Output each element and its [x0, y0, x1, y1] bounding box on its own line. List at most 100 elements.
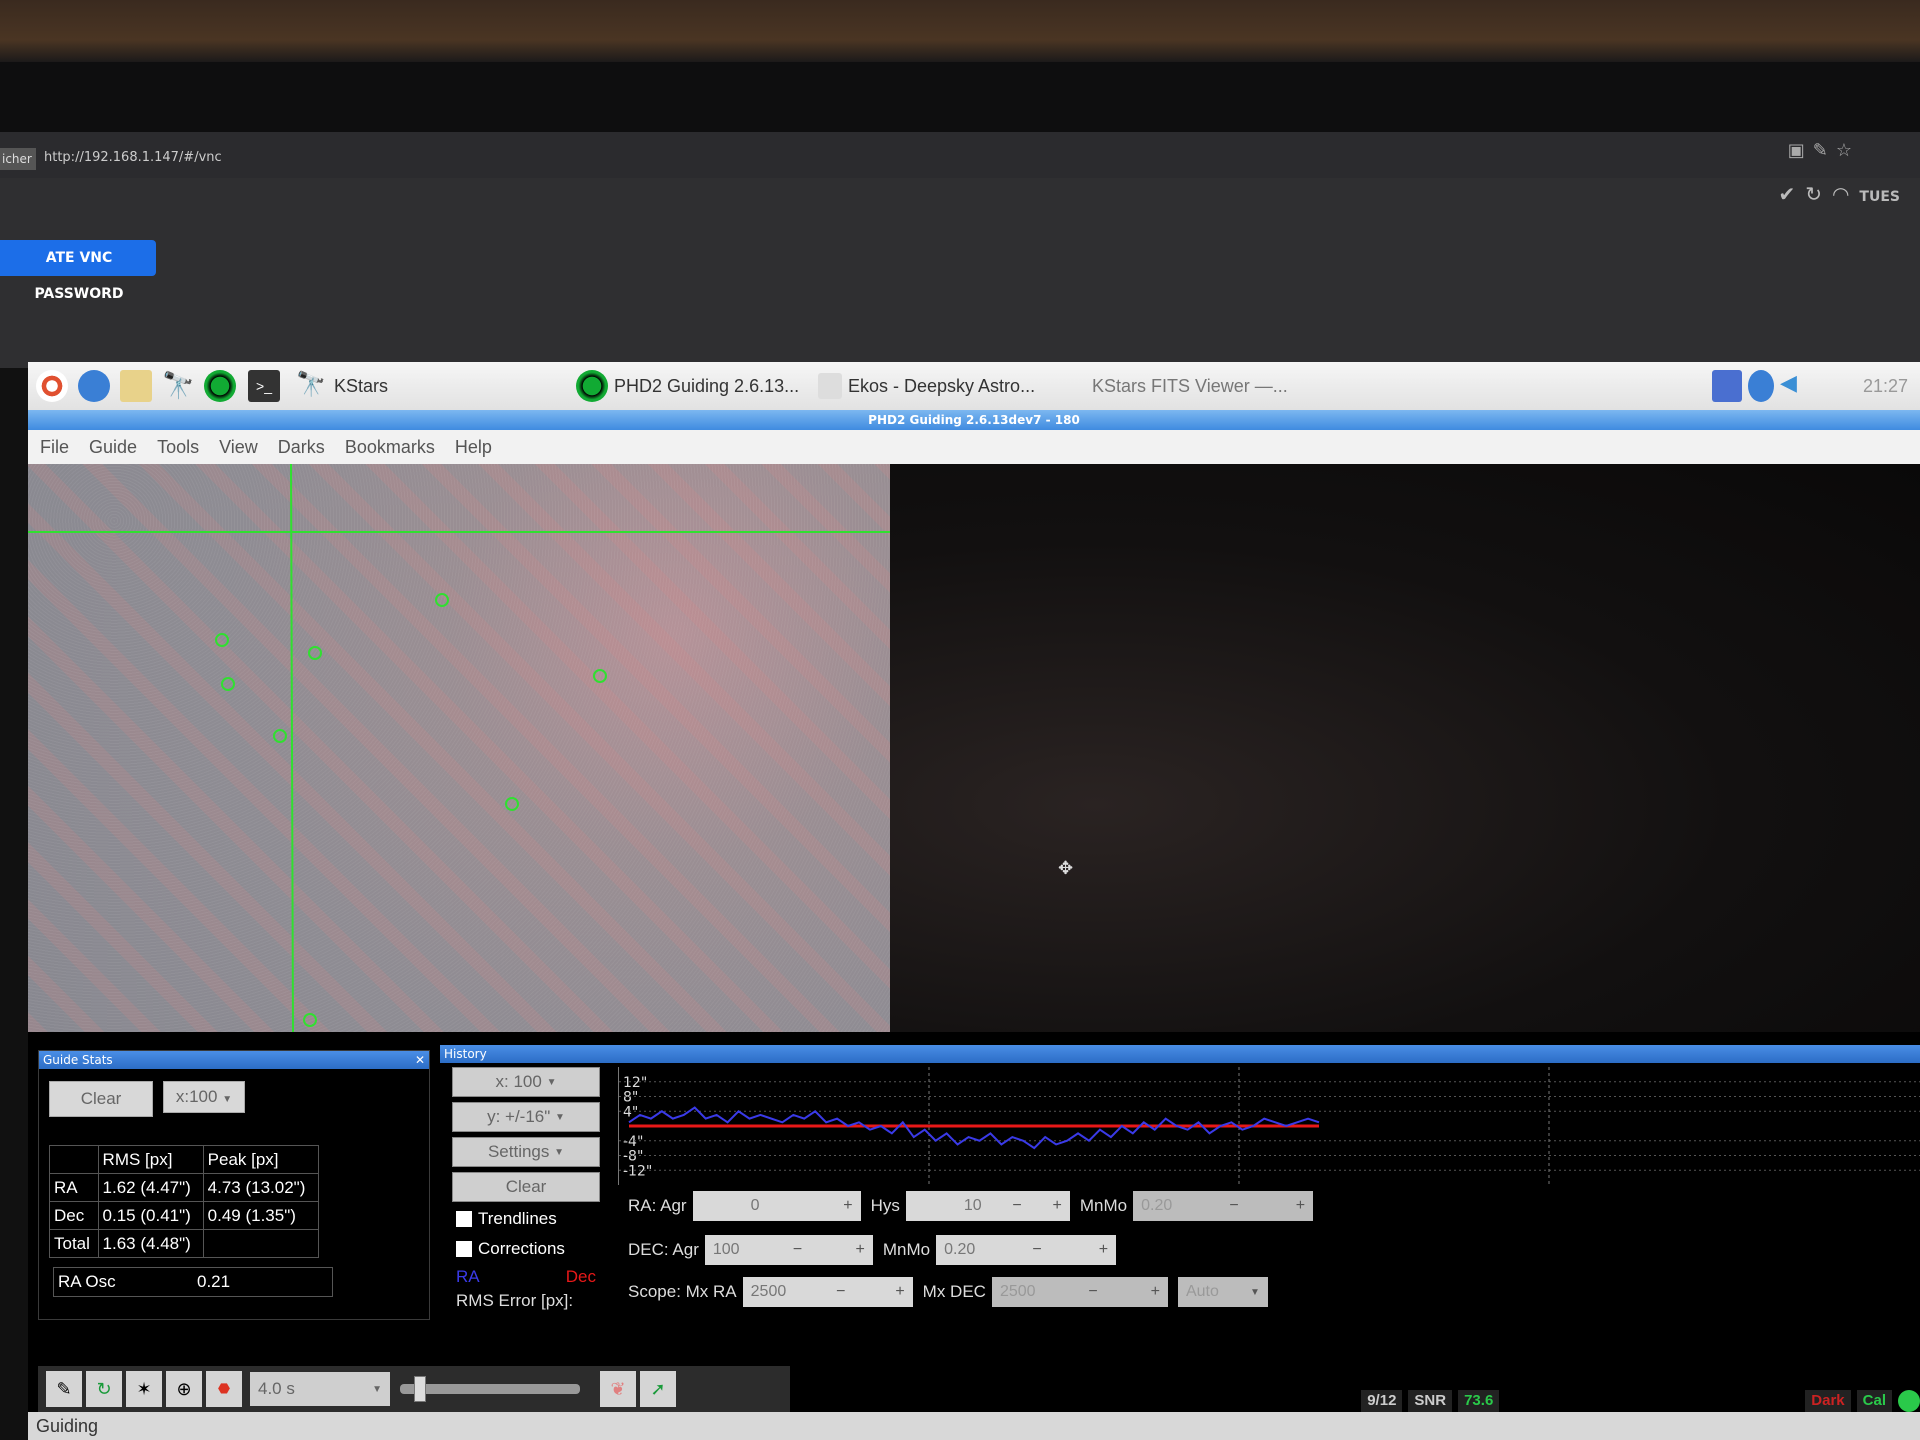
phd2-icon — [576, 370, 608, 402]
ra-agr-spinner[interactable]: 0 + — [692, 1191, 861, 1221]
mx-dec-spinner[interactable]: 2500 − + — [991, 1277, 1168, 1307]
dec-agr-spinner[interactable]: 100 − + — [704, 1235, 873, 1265]
minus-button[interactable]: − — [1024, 1241, 1049, 1259]
y-tick-label: -4" — [623, 1134, 643, 1150]
history-title-text: History — [444, 1047, 487, 1061]
menu-view[interactable]: View — [219, 437, 258, 458]
taskbar-fits-viewer[interactable]: KStars FITS Viewer —... — [1092, 370, 1288, 402]
star-marker[interactable] — [273, 729, 287, 743]
menu-guide[interactable]: Guide — [89, 437, 137, 458]
plus-button[interactable]: + — [1045, 1197, 1070, 1215]
plus-button[interactable]: + — [1143, 1283, 1168, 1301]
ra-osc-row: RA Osc 0.21 — [53, 1267, 333, 1297]
menu-darks[interactable]: Darks — [278, 437, 325, 458]
guide-stats-panel: Guide Stats ✕ Clear x:100 ▼ RMS [px] Peak… — [38, 1050, 430, 1320]
plus-button[interactable]: + — [848, 1241, 873, 1259]
bluetooth-icon[interactable] — [1748, 370, 1774, 402]
menu-tools[interactable]: Tools — [157, 437, 199, 458]
minus-button[interactable]: − — [1080, 1283, 1105, 1301]
mx-ra-value: 2500 — [750, 1283, 787, 1300]
guide-target-icon[interactable]: ⊕ — [166, 1371, 202, 1407]
reticle-vertical — [290, 464, 294, 1032]
telescope-icon[interactable]: 🔭 — [162, 370, 200, 402]
phd2-launcher-icon[interactable] — [204, 370, 242, 402]
plus-button[interactable]: + — [1091, 1241, 1116, 1259]
address-bar[interactable]: http://192.168.1.147/#/vnc — [44, 150, 222, 165]
plus-button[interactable]: + — [887, 1283, 912, 1301]
loop-icon[interactable]: ↻ — [86, 1371, 122, 1407]
dec-mode-select[interactable]: Auto ▼ — [1177, 1277, 1268, 1307]
cpu-monitor-icon[interactable] — [1712, 370, 1742, 402]
exposure-select[interactable]: 4.0 s ▼ — [250, 1372, 390, 1406]
taskbar-kstars-label: KStars — [334, 375, 389, 396]
tray-icons: ◀ — [1712, 370, 1818, 402]
brain-icon[interactable]: ❦ — [600, 1371, 636, 1407]
hys-label: Hys — [870, 1196, 900, 1215]
translate-icon[interactable]: ✎ — [1813, 140, 1836, 161]
camera-view[interactable] — [28, 464, 890, 1032]
calibrate-icon[interactable]: ➚ — [640, 1371, 676, 1407]
browser-extension-icons[interactable]: ▣✎☆ — [1788, 140, 1860, 161]
star-marker[interactable] — [221, 677, 235, 691]
ra-mnmo-spinner[interactable]: 0.20 − + — [1133, 1191, 1314, 1221]
dec-mnmo-spinner[interactable]: 0.20 − + — [936, 1235, 1117, 1265]
plus-button[interactable]: + — [1288, 1197, 1313, 1215]
gamma-slider[interactable] — [400, 1376, 580, 1402]
check-icon[interactable]: ✔ — [1778, 182, 1805, 206]
corrections-checkbox[interactable]: Corrections — [456, 1239, 565, 1259]
taskbar: 🔭 >_ 🔭 KStars PHD2 Guiding 2.6.13... Ekos… — [28, 362, 1920, 410]
wifi-icon[interactable]: ◠ — [1832, 182, 1859, 206]
folder-icon[interactable] — [120, 370, 158, 402]
taskbar-phd2[interactable]: PHD2 Guiding 2.6.13... — [576, 370, 799, 402]
hys-value: 10 — [963, 1197, 982, 1214]
pencil-icon[interactable]: ✎ — [46, 1371, 82, 1407]
guide-stats-clear-button[interactable]: Clear — [49, 1081, 153, 1117]
minus-button[interactable]: − — [1004, 1197, 1029, 1215]
trendlines-checkbox[interactable]: Trendlines — [456, 1209, 557, 1229]
browser-tab[interactable]: icher — [0, 148, 36, 170]
dec-legend: Dec — [565, 1267, 596, 1286]
mx-ra-spinner[interactable]: 2500 − + — [742, 1277, 913, 1307]
y-scale-select[interactable]: y: +/-16" ▼ — [452, 1102, 600, 1132]
minus-button[interactable]: − — [785, 1241, 810, 1259]
refresh-icon[interactable]: ↻ — [1805, 182, 1832, 206]
history-clear-button[interactable]: Clear — [452, 1172, 600, 1202]
star-marker[interactable] — [303, 1013, 317, 1027]
browser-icon[interactable] — [78, 370, 116, 402]
taskbar-ekos-label: Ekos - Deepsky Astro... — [848, 375, 1036, 396]
table-row: Dec 0.15 (0.41") 0.49 (1.35") — [49, 1201, 320, 1230]
star-marker[interactable] — [435, 593, 449, 607]
raspberry-menu-icon[interactable] — [36, 370, 74, 402]
menu-file[interactable]: File — [40, 437, 69, 458]
history-settings-button[interactable]: Settings ▼ — [452, 1137, 600, 1167]
menu-help[interactable]: Help — [455, 437, 492, 458]
window-title: PHD2 Guiding 2.6.13dev7 - 180 — [868, 413, 1080, 427]
x-scale-select[interactable]: x: 100 ▼ — [452, 1067, 600, 1097]
stop-icon[interactable]: ⬣ — [206, 1371, 242, 1407]
checkbox-box[interactable] — [456, 1211, 472, 1227]
update-vnc-password-button[interactable]: ATE VNC PASSWORD — [0, 240, 156, 302]
star-marker[interactable] — [308, 646, 322, 660]
guide-stats-scale-select[interactable]: x:100 ▼ — [163, 1081, 245, 1113]
auto-select-star-icon[interactable]: ✶ — [126, 1371, 162, 1407]
volume-icon[interactable]: ◀ — [1780, 370, 1812, 402]
taskbar-ekos[interactable]: Ekos - Deepsky Astro... — [818, 370, 1035, 402]
plus-button[interactable]: + — [835, 1197, 860, 1215]
star-marker[interactable] — [505, 797, 519, 811]
ra-mnmo-value: 0.20 — [1141, 1197, 1173, 1214]
star-icon[interactable]: ☆ — [1836, 140, 1860, 161]
slider-handle[interactable] — [414, 1376, 426, 1402]
minus-button[interactable]: − — [1221, 1197, 1246, 1215]
minus-button[interactable]: − — [828, 1283, 853, 1301]
taskbar-kstars[interactable]: 🔭 KStars — [296, 370, 388, 402]
menu-bookmarks[interactable]: Bookmarks — [345, 437, 435, 458]
star-marker[interactable] — [593, 669, 607, 683]
checkbox-box[interactable] — [456, 1241, 472, 1257]
dark-indicator: Dark — [1805, 1390, 1851, 1412]
ra-mnmo-label: MnMo — [1079, 1196, 1128, 1215]
hys-spinner[interactable]: 10 − + — [905, 1191, 1070, 1221]
terminal-icon[interactable]: >_ — [248, 370, 286, 402]
close-icon[interactable]: ✕ — [415, 1051, 425, 1069]
star-marker[interactable] — [215, 633, 229, 647]
screenshot-icon[interactable]: ▣ — [1788, 140, 1813, 161]
